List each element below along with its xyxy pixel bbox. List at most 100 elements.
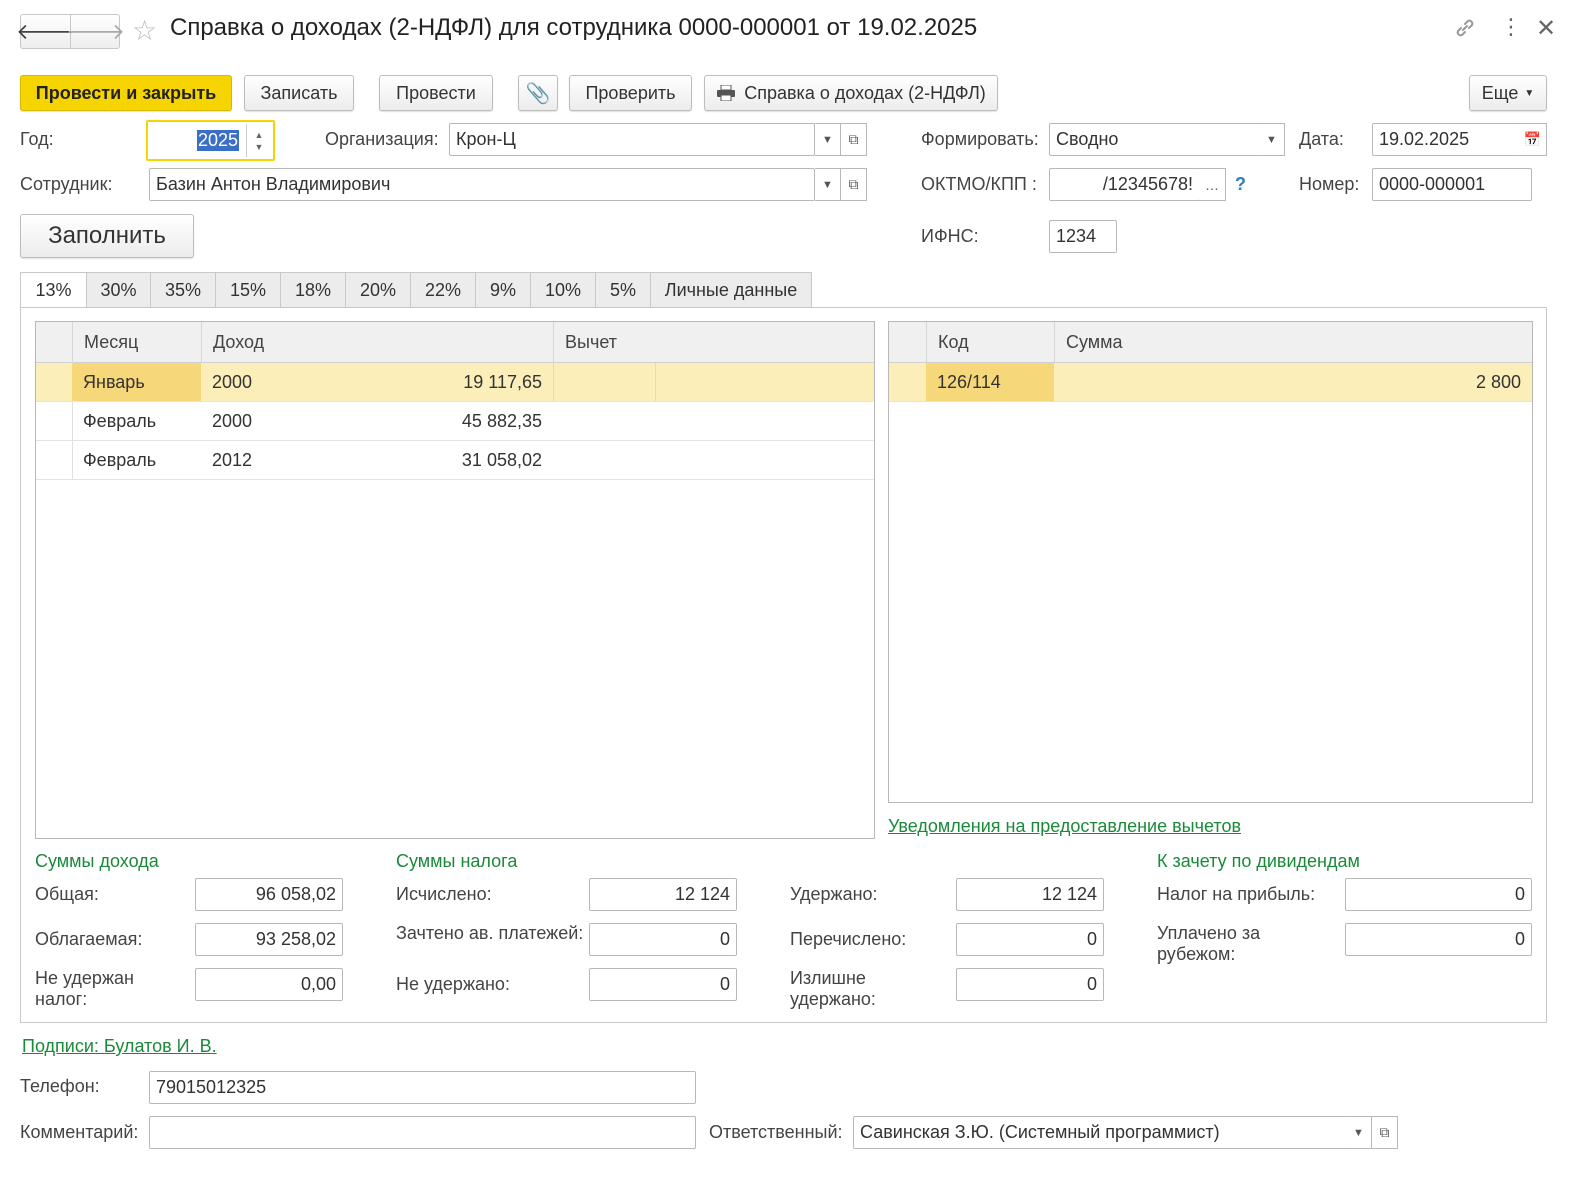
tab-22[interactable]: 22% [411, 272, 476, 308]
income-table-header: Месяц Доход Вычет [36, 322, 874, 363]
organization-field[interactable]: Крон-Ц [449, 123, 815, 156]
column-income[interactable]: Доход [201, 322, 553, 362]
ellipsis-icon: … [1205, 176, 1219, 193]
income-amount-cell[interactable]: 19 117,65 [305, 363, 553, 401]
tab-15[interactable]: 15% [216, 272, 281, 308]
tab-personal-data[interactable]: Личные данные [651, 272, 812, 308]
help-icon[interactable]: ? [1235, 174, 1246, 195]
rate-tabs: 13% 30% 35% 15% 18% 20% 22% 9% 10% 5% Ли… [20, 272, 812, 308]
year-stepper[interactable]: ▲ ▼ [246, 124, 271, 157]
attach-button[interactable]: 📎 [518, 75, 558, 111]
stepper-up-icon[interactable]: ▲ [255, 129, 264, 141]
deduction-code-cell[interactable]: 126/114 [926, 363, 1054, 401]
organization-open[interactable]: ⧉ [841, 123, 867, 156]
month-cell[interactable]: Февраль [72, 402, 201, 440]
form-type-dropdown[interactable]: ▼ [1259, 123, 1285, 156]
tax-sums-title: Суммы налога [396, 851, 518, 871]
tab-18[interactable]: 18% [281, 272, 346, 308]
date-field[interactable]: 19.02.2025 [1372, 123, 1520, 156]
tab-35[interactable]: 35% [151, 272, 216, 308]
deductions-notifications-link[interactable]: Уведомления на предоставление вычетов [888, 816, 1241, 837]
not-withheld-label: Не удержано: [396, 974, 510, 994]
favorite-star-icon[interactable]: ☆ [132, 14, 157, 47]
forward-button[interactable]: 🡒 [66, 15, 125, 48]
responsible-dropdown[interactable]: ▼ [1346, 1116, 1372, 1149]
form-type-label: Формировать: [921, 129, 1039, 149]
link-icon[interactable] [1453, 16, 1477, 40]
profit-tax-label: Налог на прибыль: [1157, 884, 1316, 904]
income-taxable-field[interactable]: 93 258,02 [195, 923, 343, 956]
month-cell[interactable]: Январь [72, 363, 201, 401]
employee-dropdown[interactable]: ▼ [815, 168, 841, 201]
income-code-cell[interactable]: 2012 [201, 441, 305, 479]
deduction-table[interactable]: Код Сумма 126/114 2 800 [888, 321, 1533, 803]
tab-30[interactable]: 30% [87, 272, 151, 308]
comment-field[interactable] [149, 1116, 696, 1149]
chevron-down-icon: ▼ [1524, 87, 1535, 99]
tab-20[interactable]: 20% [346, 272, 411, 308]
tab-5[interactable]: 5% [596, 272, 651, 308]
income-amount-cell[interactable]: 45 882,35 [305, 402, 553, 440]
column-sum[interactable]: Сумма [1054, 322, 1532, 362]
print-report-button[interactable]: Справка о доходах (2-НДФЛ) [704, 75, 998, 111]
not-withheld-tax-field[interactable]: 0,00 [195, 968, 343, 1001]
excess-withheld-field[interactable]: 0 [956, 968, 1104, 1001]
close-icon[interactable]: ✕ [1536, 14, 1556, 43]
calculated-field[interactable]: 12 124 [589, 878, 737, 911]
oktmo-field[interactable]: /12345678! [1049, 168, 1200, 201]
withheld-label: Удержано: [790, 884, 878, 904]
ifns-field[interactable]: 1234 [1049, 220, 1117, 253]
advance-payments-field[interactable]: 0 [589, 923, 737, 956]
not-withheld-field[interactable]: 0 [589, 968, 737, 1001]
paperclip-icon: 📎 [525, 82, 551, 105]
deduction-amount-cell[interactable] [655, 363, 874, 401]
form-type-select[interactable]: Сводно [1049, 123, 1260, 156]
back-button[interactable]: 🡐 [16, 15, 75, 48]
stepper-down-icon[interactable]: ▼ [255, 141, 264, 153]
deduction-code-cell[interactable] [553, 363, 655, 401]
not-withheld-tax-label: Не удержан налог: [35, 968, 134, 1009]
table-row[interactable]: Январь 2000 19 117,65 [36, 363, 874, 402]
income-code-cell[interactable]: 2000 [201, 363, 305, 401]
dividends-title: К зачету по дивидендам [1157, 851, 1360, 871]
year-label: Год: [20, 129, 54, 149]
profit-tax-field[interactable]: 0 [1345, 878, 1532, 911]
tab-9[interactable]: 9% [476, 272, 531, 308]
save-button[interactable]: Записать [244, 75, 354, 111]
month-cell[interactable]: Февраль [72, 441, 201, 479]
tab-10[interactable]: 10% [531, 272, 596, 308]
table-row[interactable]: Февраль 2000 45 882,35 [36, 402, 874, 441]
responsible-field[interactable]: Савинская З.Ю. (Системный программист) [853, 1116, 1347, 1149]
signatures-link[interactable]: Подписи: Булатов И. В. [22, 1036, 217, 1057]
income-amount-cell[interactable]: 31 058,02 [305, 441, 553, 479]
paid-abroad-field[interactable]: 0 [1345, 923, 1532, 956]
tab-13[interactable]: 13% [20, 272, 87, 308]
withheld-field[interactable]: 12 124 [956, 878, 1104, 911]
more-button[interactable]: Еще ▼ [1469, 75, 1547, 111]
fill-button[interactable]: Заполнить [20, 214, 194, 258]
organization-dropdown[interactable]: ▼ [815, 123, 841, 156]
table-row[interactable]: Февраль 2012 31 058,02 [36, 441, 874, 480]
column-code[interactable]: Код [926, 322, 1054, 362]
responsible-open[interactable]: ⧉ [1372, 1116, 1398, 1149]
income-code-cell[interactable]: 2000 [201, 402, 305, 440]
phone-field[interactable]: 79015012325 [149, 1071, 696, 1104]
post-button[interactable]: Провести [379, 75, 493, 111]
column-deduction[interactable]: Вычет [553, 322, 874, 362]
employee-open[interactable]: ⧉ [841, 168, 867, 201]
table-row[interactable]: 126/114 2 800 [889, 363, 1532, 402]
date-calendar[interactable]: 📅 [1519, 123, 1547, 156]
calendar-icon: 📅 [1523, 131, 1542, 147]
number-field[interactable]: 0000-000001 [1372, 168, 1532, 201]
deduction-sum-cell[interactable]: 2 800 [1054, 363, 1532, 401]
employee-field[interactable]: Базин Антон Владимирович [149, 168, 815, 201]
column-month[interactable]: Месяц [72, 322, 201, 362]
income-table[interactable]: Месяц Доход Вычет Январь 2000 19 117,65 … [35, 321, 875, 839]
oktmo-select-button[interactable]: … [1199, 168, 1226, 201]
check-button[interactable]: Проверить [569, 75, 692, 111]
more-vertical-icon[interactable]: ⋮ [1500, 14, 1522, 40]
post-and-close-button[interactable]: Провести и закрыть [20, 75, 232, 111]
income-total-label: Общая: [35, 884, 99, 904]
income-total-field[interactable]: 96 058,02 [195, 878, 343, 911]
transferred-field[interactable]: 0 [956, 923, 1104, 956]
